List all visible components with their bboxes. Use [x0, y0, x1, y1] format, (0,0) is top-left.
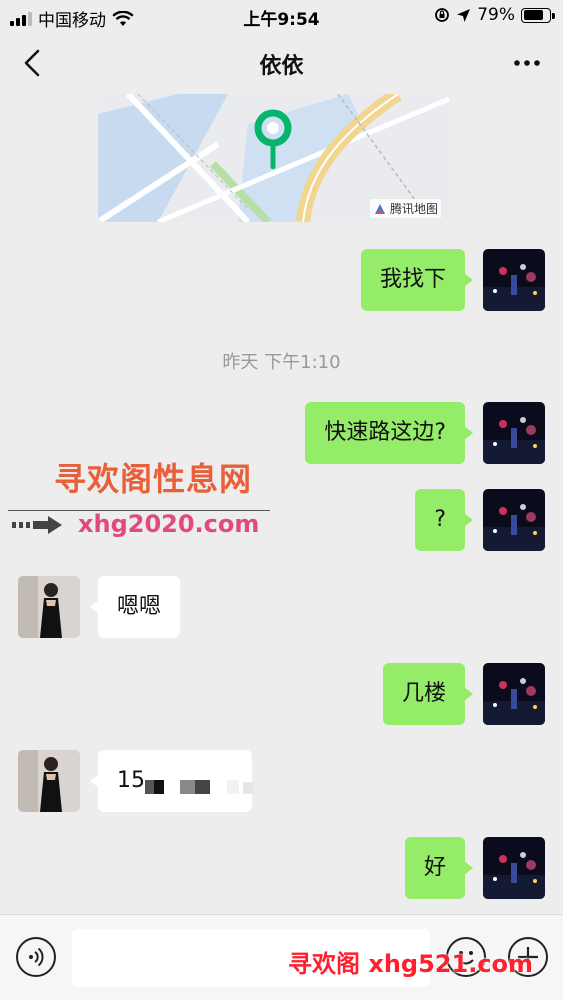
message-bubble-me[interactable]: 好: [404, 837, 474, 899]
tencent-map-logo-icon: [374, 203, 385, 214]
location-map-card[interactable]: 腾讯地图: [98, 94, 449, 222]
map-credit-label: 腾讯地图: [389, 202, 438, 216]
avatar-me[interactable]: [483, 663, 545, 725]
watermark-bottom: 寻欢阁 xhg521.com: [288, 950, 534, 978]
chat-timestamp: 昨天 下午1:10: [222, 352, 341, 373]
status-right: 79%: [434, 5, 555, 25]
avatar-me[interactable]: [483, 837, 545, 899]
avatar-me[interactable]: [483, 489, 545, 551]
voice-icon: [29, 947, 44, 967]
battery-percent: 79%: [477, 5, 515, 25]
message-bubble-me[interactable]: ?: [415, 489, 473, 551]
status-bar: 中国移动 上午9:54 79%: [0, 0, 563, 32]
more-button[interactable]: [509, 46, 545, 80]
message-bubble-me[interactable]: 几楼: [382, 663, 474, 725]
voice-button[interactable]: [16, 937, 56, 977]
chat-title: 依依: [259, 54, 304, 79]
watermark-url: xhg2020.com: [78, 510, 260, 538]
more-dots-icon: [514, 60, 540, 66]
avatar-me[interactable]: [483, 402, 545, 464]
chat-area: 腾讯地图 我找下 昨天 下午1:10 快速路这边? ? 嗯嗯 几楼 15 好 寻…: [0, 94, 563, 914]
chat-header: 依依: [0, 32, 563, 94]
arrow-right-icon: [12, 516, 62, 534]
avatar-contact[interactable]: [18, 576, 80, 638]
message-bubble-contact[interactable]: 嗯嗯: [89, 576, 181, 638]
watermark-title: 寻欢阁性息网: [54, 460, 253, 498]
redaction-mosaic: [145, 778, 255, 796]
avatar-contact[interactable]: [18, 750, 80, 812]
map-pin-icon: [254, 109, 292, 169]
map-credit: 腾讯地图: [369, 199, 441, 218]
avatar-me[interactable]: [483, 249, 545, 311]
message-bubble-me[interactable]: 快速路这边?: [305, 402, 473, 464]
rotation-lock-icon: [435, 8, 450, 22]
battery-icon: [521, 7, 555, 23]
message-bubble-me[interactable]: 我找下: [360, 249, 474, 311]
location-arrow-icon: [457, 8, 471, 22]
